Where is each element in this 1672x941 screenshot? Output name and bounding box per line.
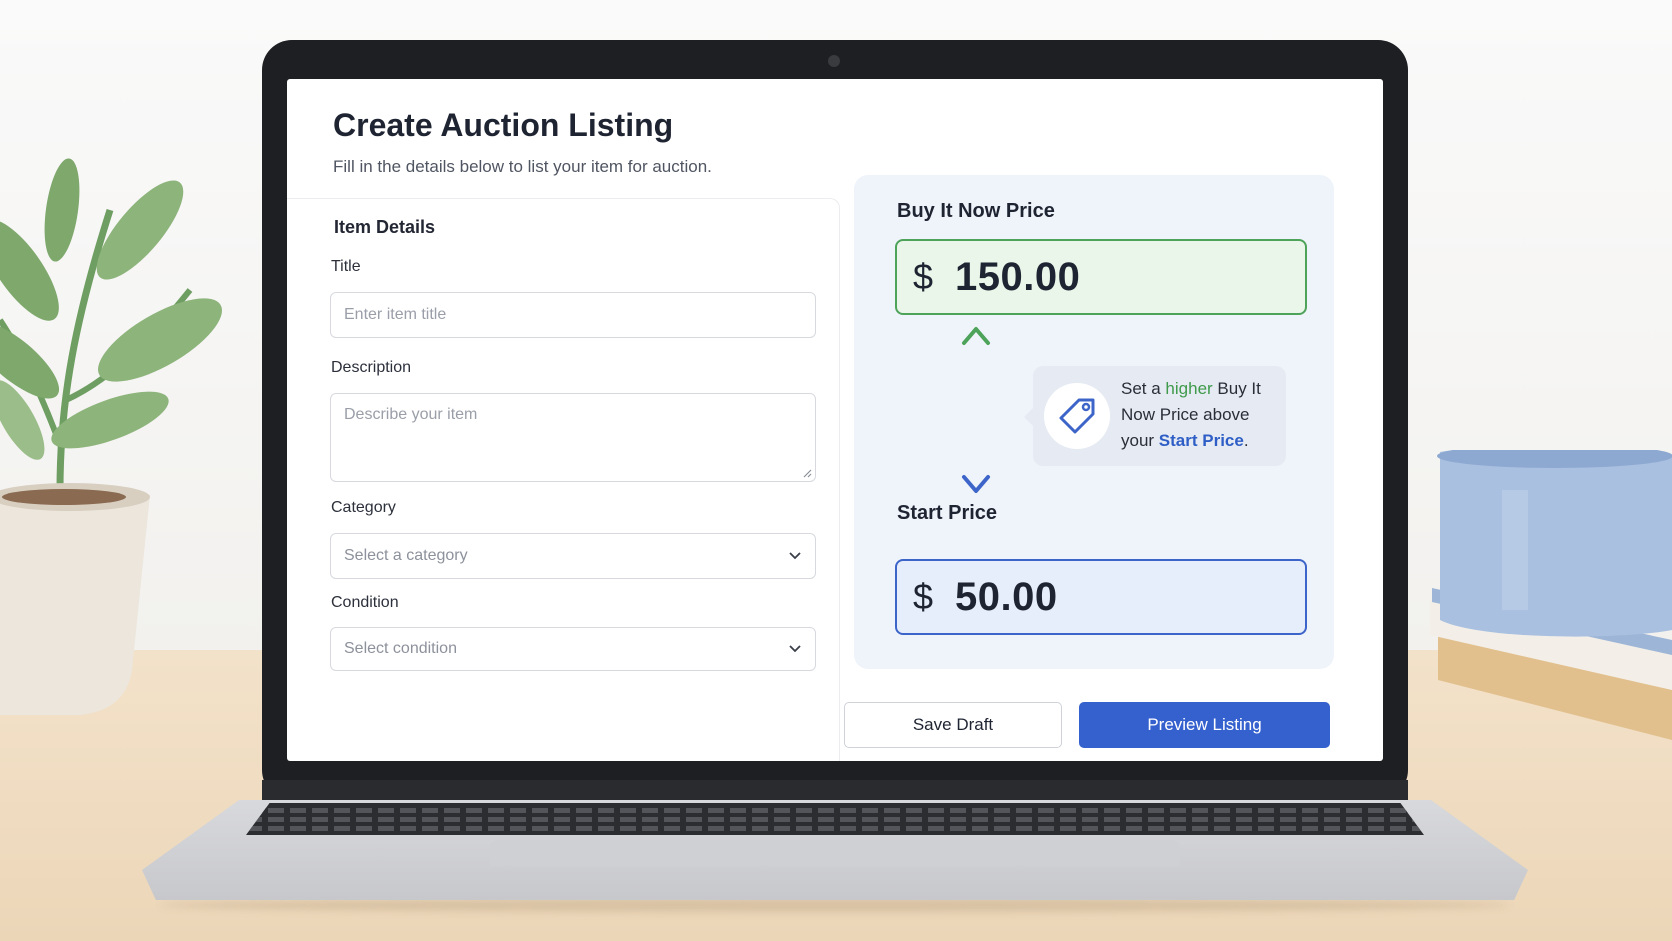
start-amount: 50.00 bbox=[955, 574, 1058, 619]
category-select[interactable]: Select a category bbox=[330, 533, 816, 579]
keyboard bbox=[246, 803, 1424, 835]
currency-symbol: $ bbox=[913, 256, 934, 297]
tip-icon-badge bbox=[1044, 383, 1110, 449]
description-textarea[interactable] bbox=[330, 393, 816, 482]
laptop-hinge bbox=[262, 780, 1408, 802]
price-gap-arrow-icon bbox=[962, 327, 990, 493]
tip-suffix: . bbox=[1243, 431, 1249, 450]
chevron-down-icon bbox=[789, 552, 801, 560]
category-label: Category bbox=[331, 499, 396, 516]
section-title: Item Details bbox=[334, 217, 436, 237]
mug-and-books-illustration bbox=[1430, 450, 1672, 740]
page-subtitle: Fill in the details below to list your i… bbox=[333, 157, 712, 176]
item-details-panel: Item Details Title Description Category … bbox=[287, 198, 840, 761]
condition-select[interactable]: Select condition bbox=[330, 627, 816, 671]
buy-now-price-input[interactable]: $ 150.00 bbox=[895, 239, 1307, 315]
webcam bbox=[828, 55, 840, 67]
chevron-down-icon bbox=[789, 645, 801, 653]
laptop-shadow bbox=[160, 898, 1510, 912]
preview-listing-button[interactable]: Preview Listing bbox=[1079, 702, 1330, 748]
tip-pointer bbox=[1024, 408, 1033, 426]
resize-handle-icon[interactable] bbox=[802, 468, 812, 478]
tip-prefix: Set a bbox=[1121, 379, 1166, 398]
plant-illustration bbox=[0, 158, 222, 715]
description-wrapper bbox=[330, 393, 816, 482]
trackpad bbox=[490, 840, 1180, 866]
pricing-tip-text: Set a higher Buy It Now Price above your… bbox=[1121, 376, 1281, 454]
description-label: Description bbox=[331, 359, 412, 376]
key-row bbox=[246, 808, 1424, 813]
tip-highlight-start-price: Start Price bbox=[1158, 431, 1244, 450]
pricing-tip-card: Set a higher Buy It Now Price above your… bbox=[1024, 366, 1286, 466]
tag-icon bbox=[1059, 398, 1095, 434]
key-row bbox=[246, 826, 1424, 831]
buy-now-amount: 150.00 bbox=[955, 254, 1081, 299]
save-draft-button[interactable]: Save Draft bbox=[844, 702, 1062, 748]
category-value: Select a category bbox=[344, 547, 468, 564]
start-price-label: Start Price bbox=[897, 502, 998, 524]
condition-value: Select condition bbox=[344, 640, 457, 657]
app-screen: Create Auction Listing Fill in the detai… bbox=[287, 79, 1383, 761]
start-price-input[interactable]: $ 50.00 bbox=[895, 559, 1307, 635]
pricing-panel: Buy It Now Price $ 150.00 Set a higher B… bbox=[854, 175, 1334, 669]
buy-now-label: Buy It Now Price bbox=[897, 200, 1055, 222]
title-input[interactable] bbox=[330, 292, 816, 338]
title-label: Title bbox=[331, 258, 361, 275]
key-row bbox=[246, 817, 1424, 822]
tip-highlight-higher: higher bbox=[1165, 379, 1213, 398]
condition-label: Condition bbox=[331, 594, 399, 611]
currency-symbol: $ bbox=[913, 576, 934, 617]
page-title: Create Auction Listing bbox=[333, 107, 674, 143]
